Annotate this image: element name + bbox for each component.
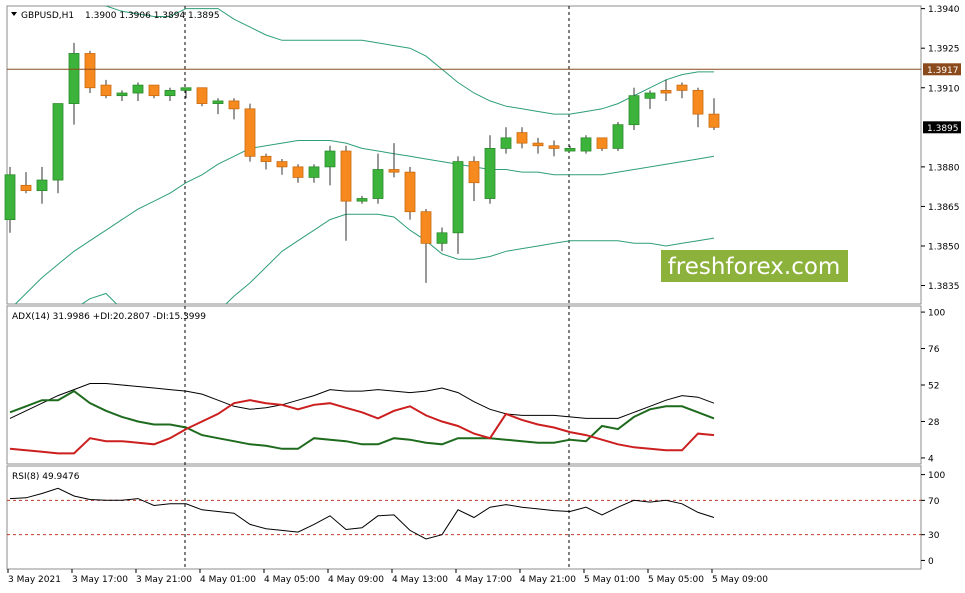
candle-body-bull — [452, 161, 464, 234]
chart-svg: 1.3917 1.3895 1.3940 1.3925 1.3910 1.3880 1.38… — [4, 5, 961, 585]
candle-body-bear — [340, 150, 352, 202]
rsi-tick-label: 100 — [928, 471, 945, 481]
price-tag: 1.3895 — [923, 121, 961, 134]
rsi-tick-label: 0 — [928, 557, 934, 567]
candle-body-bear — [404, 171, 416, 213]
candle-body-bear — [596, 137, 608, 149]
rsi-panel — [6, 465, 922, 570]
x-tick-label: 3 May 17:00 — [72, 575, 128, 585]
candle-body-bull — [324, 150, 336, 168]
candle-body-bear — [148, 84, 160, 97]
adx-title: ADX(14) 31.9986 +DI:20.2807 -DI:15.3999 — [12, 312, 206, 322]
y-tick-label: 1.3880 — [928, 163, 960, 173]
candle — [612, 122, 624, 152]
x-tick-label: 4 May 01:00 — [200, 575, 256, 585]
x-tick-label: 4 May 13:00 — [392, 575, 448, 585]
candle-body-bear — [20, 184, 32, 192]
candle-body-bear — [276, 161, 288, 168]
candle-body-bull — [212, 100, 224, 104]
candle — [52, 103, 64, 194]
adx-tick-label: 52 — [928, 382, 939, 392]
x-tick-label: 3 May 21:00 — [136, 575, 192, 585]
candle-body-bull — [116, 92, 128, 97]
candle-body-bull — [628, 95, 640, 126]
adx-panel — [6, 305, 922, 465]
candle-body-bear — [708, 113, 720, 128]
rsi-tick-label: 70 — [928, 497, 940, 507]
rsi-tick-label: 30 — [928, 531, 940, 541]
candle-body-bear — [692, 89, 704, 115]
x-tick-label: 4 May 17:00 — [456, 575, 512, 585]
x-tick-label: 5 May 01:00 — [584, 575, 640, 585]
candle-body-bull — [68, 53, 80, 104]
candle-body-bull — [180, 87, 192, 91]
candle-body-bear — [548, 145, 560, 149]
candle-body-bear — [660, 89, 672, 94]
main-title: GBPUSD,H1 1.3900 1.3906 1.3894 1.3895 — [11, 11, 220, 21]
y-tick-label: 1.3865 — [928, 203, 960, 213]
candle-body-bull — [644, 92, 656, 99]
candle — [84, 50, 96, 94]
candle-body-bull — [436, 232, 448, 244]
candle-body-bull — [564, 148, 576, 152]
candle-body-bull — [164, 89, 176, 97]
price-tag-label: 1.3917 — [927, 66, 959, 76]
candle-body-bear — [84, 53, 96, 89]
y-tick-label: 1.3925 — [928, 45, 960, 55]
candle-body-bull — [372, 169, 384, 199]
candle-body-bear — [388, 169, 400, 173]
candle-body-bear — [260, 155, 272, 162]
candle-body-bear — [244, 108, 256, 157]
candle — [244, 103, 256, 162]
candle-body-bull — [612, 124, 624, 149]
x-tick-label: 4 May 05:00 — [264, 575, 320, 585]
candle-body-bear — [420, 211, 432, 244]
y-tick-label: 1.3835 — [928, 282, 960, 292]
adx-tick-label: 76 — [928, 345, 940, 355]
candle-body-bear — [228, 100, 240, 110]
candle-body-bull — [308, 166, 320, 178]
candle-body-bear — [196, 87, 208, 104]
candle-body-bull — [36, 179, 48, 192]
price-tag: 1.3917 — [923, 63, 961, 76]
candle-body-bull — [132, 84, 144, 94]
candle-body-bull — [356, 198, 368, 202]
adx-tick-label: 4 — [928, 454, 934, 464]
y-tick-label: 1.3940 — [928, 5, 960, 15]
x-tick-label: 5 May 09:00 — [712, 575, 768, 585]
ohlc-header: 1.3900 1.3906 1.3894 1.3895 — [85, 11, 220, 21]
candle — [580, 135, 592, 154]
candle-body-bull — [580, 137, 592, 152]
y-tick-label: 1.3910 — [928, 84, 960, 94]
x-tick-label: 4 May 21:00 — [520, 575, 576, 585]
candle-body-bull — [500, 137, 512, 149]
candle-body-bear — [676, 84, 688, 91]
x-tick-label: 3 May 2021 — [8, 575, 61, 585]
candle-body-bear — [100, 84, 112, 97]
candle-body-bull — [4, 174, 16, 221]
candle-body-bear — [292, 166, 304, 178]
candle — [404, 166, 416, 220]
adx-tick-label: 100 — [928, 309, 945, 319]
x-tick-label: 4 May 09:00 — [328, 575, 384, 585]
watermark-text: freshforex.com — [668, 254, 841, 280]
watermark: freshforex.com — [661, 250, 848, 282]
candle-body-bear — [468, 161, 480, 184]
symbol-title: GBPUSD,H1 — [21, 11, 74, 21]
price-tag-label: 1.3895 — [927, 124, 959, 134]
x-tick-label: 5 May 05:00 — [648, 575, 704, 585]
rsi-title: RSI(8) 49.9476 — [12, 472, 80, 482]
candle-body-bull — [484, 148, 496, 199]
y-tick-label: 1.3850 — [928, 242, 960, 252]
candle-body-bear — [532, 142, 544, 147]
candle-body-bull — [52, 103, 64, 181]
candle — [196, 87, 208, 107]
adx-tick-label: 28 — [928, 418, 940, 428]
candle-body-bear — [516, 132, 528, 144]
